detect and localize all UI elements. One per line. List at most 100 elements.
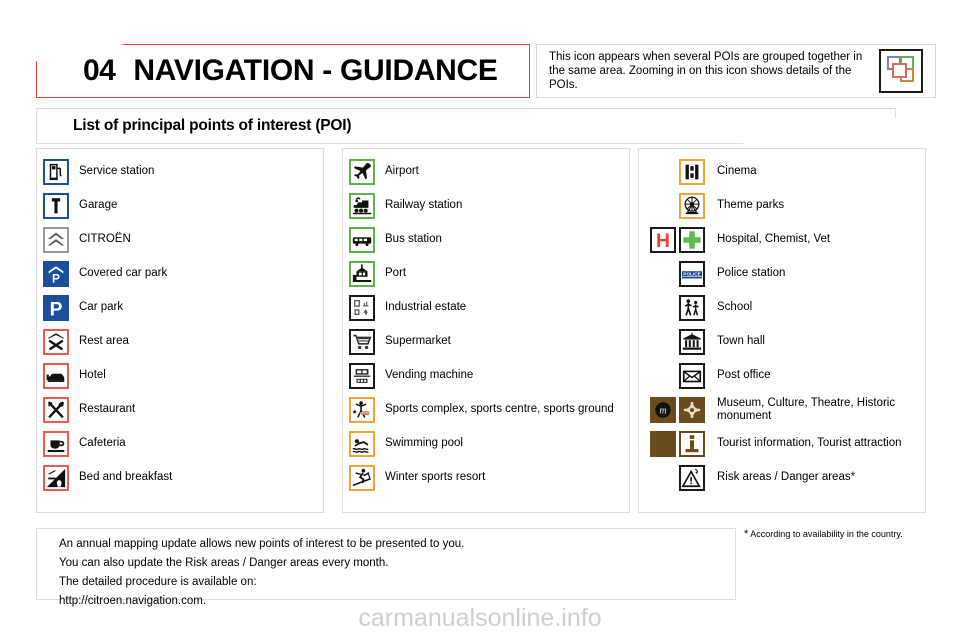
- poi-icon-group: [349, 159, 375, 185]
- poi-label: Vending machine: [385, 369, 474, 382]
- poi-icon-group: [349, 295, 375, 321]
- poi-icon-group: [43, 363, 69, 389]
- poi-label: Tourist information, Tourist attraction: [717, 437, 902, 450]
- svg-text:P: P: [52, 271, 60, 285]
- poi-icon-group: [349, 465, 375, 491]
- poi-icon-group: [43, 227, 69, 253]
- list-item: CITROËN: [37, 223, 323, 257]
- section-subtitle-bar: List of principal points of interest (PO…: [36, 108, 896, 144]
- town-hall-icon: [679, 329, 705, 355]
- poi-label: Port: [385, 267, 407, 280]
- list-item: Winter sports resort: [343, 461, 629, 495]
- poi-label: Hotel: [79, 369, 106, 382]
- list-item: P Car park: [37, 291, 323, 325]
- list-item: Garage: [37, 189, 323, 223]
- poi-label: Covered car park: [79, 267, 168, 280]
- list-item: Town hall: [639, 325, 925, 359]
- poi-icon-group: [643, 295, 705, 321]
- fuel-pump-icon: [43, 159, 69, 185]
- museum-m-icon: m: [650, 397, 676, 423]
- poi-icon-group: SPORT: [349, 397, 375, 423]
- poi-label: Swimming pool: [385, 437, 463, 450]
- watermark: carmanualsonline.info: [358, 604, 602, 632]
- page-header: 04 NAVIGATION - GUIDANCE This icon appea…: [0, 44, 960, 100]
- list-item: POLICE Police station: [639, 257, 925, 291]
- update-note-box: An annual mapping update allows new poin…: [36, 528, 736, 607]
- poi-icon-group: m: [643, 397, 705, 423]
- svg-text:SPORT: SPORT: [360, 411, 371, 415]
- poi-label: Service station: [79, 165, 155, 178]
- green-cross-icon: [679, 227, 705, 253]
- poi-icon-group: P: [43, 261, 69, 287]
- swimmer-icon: [349, 431, 375, 457]
- grouped-poi-info-box: This icon appears when several POIs are …: [536, 44, 936, 98]
- poi-label: Museum, Culture, Theatre, Historic monum…: [717, 396, 896, 423]
- list-item: Tourist information, Tourist attraction: [639, 427, 925, 461]
- poi-icon-group: [643, 193, 705, 219]
- poi-icon-group: [349, 329, 375, 355]
- update-note-line: You can also update the Risk areas / Dan…: [59, 557, 389, 569]
- citroen-chevrons-icon: [43, 227, 69, 253]
- vending-machine-icon: [349, 363, 375, 389]
- poi-icon-group: [43, 193, 69, 219]
- airplane-icon: [349, 159, 375, 185]
- grouped-pois-icon: [879, 49, 923, 93]
- coffee-cup-icon: [43, 431, 69, 457]
- list-item: Bus station: [343, 223, 629, 257]
- poi-column-2: Airport Railway station Bus station Port…: [342, 148, 630, 513]
- page-title: NAVIGATION - GUIDANCE: [133, 54, 498, 87]
- list-item: Cinema: [639, 155, 925, 189]
- list-item: m Museum, Culture, Theatre, Historic mon…: [639, 393, 925, 427]
- film-reel-icon: [679, 159, 705, 185]
- section-subtitle: List of principal points of interest (PO…: [73, 117, 352, 134]
- grouped-square-red-icon: [892, 63, 907, 78]
- poi-label: Cafeteria: [79, 437, 126, 450]
- svg-text:P: P: [50, 299, 63, 319]
- list-item: Vending machine: [343, 359, 629, 393]
- poi-label: Airport: [385, 165, 419, 178]
- list-item: H Hospital, Chemist, Vet: [639, 223, 925, 257]
- list-item: Service station: [37, 155, 323, 189]
- poi-icon-group: [643, 465, 705, 491]
- poi-icon-group: [43, 159, 69, 185]
- footnote-text: According to availability in the country…: [750, 529, 903, 539]
- poi-label: Garage: [79, 199, 118, 212]
- list-item: Port: [343, 257, 629, 291]
- historic-monument-icon: [679, 397, 705, 423]
- poi-label: CITROËN: [79, 233, 131, 246]
- danger-warning-icon: [679, 465, 705, 491]
- list-item: School: [639, 291, 925, 325]
- list-item: Theme parks: [639, 189, 925, 223]
- industrial-estate-icon: [349, 295, 375, 321]
- poi-label: Hospital, Chemist, Vet: [717, 233, 831, 246]
- poi-icon-group: [643, 363, 705, 389]
- poi-label: Cinema: [717, 165, 757, 178]
- poi-label: Restaurant: [79, 403, 136, 416]
- list-item: Bed and breakfast: [37, 461, 323, 495]
- list-item: Swimming pool: [343, 427, 629, 461]
- footnote-marker: *: [744, 528, 749, 540]
- tourist-attraction-icon: [650, 431, 676, 457]
- covered-parking-icon: P: [43, 261, 69, 287]
- bus-icon: [349, 227, 375, 253]
- poi-label: Town hall: [717, 335, 765, 348]
- rest-area-icon: [43, 329, 69, 355]
- list-item: Supermarket: [343, 325, 629, 359]
- poi-column-1: Service station Garage CITROËN P Covered…: [36, 148, 324, 513]
- poi-label: Bed and breakfast: [79, 471, 173, 484]
- ferris-wheel-icon: [679, 193, 705, 219]
- poi-label: Car park: [79, 301, 124, 314]
- poi-icon-group: [43, 397, 69, 423]
- poi-icon-group: [43, 329, 69, 355]
- hospital-h-icon: H: [650, 227, 676, 253]
- ship-icon: [349, 261, 375, 287]
- poi-label: Police station: [717, 267, 786, 280]
- poi-label: Winter sports resort: [385, 471, 486, 484]
- poi-icon-group: POLICE: [643, 261, 705, 287]
- poi-icon-group: [43, 465, 69, 491]
- poi-column-3: Cinema Theme parks H Hospital, Chemist, …: [638, 148, 926, 513]
- poi-icon-group: [349, 431, 375, 457]
- police-icon: POLICE: [679, 261, 705, 287]
- bed-and-breakfast-icon: [43, 465, 69, 491]
- poi-icon-group: [349, 193, 375, 219]
